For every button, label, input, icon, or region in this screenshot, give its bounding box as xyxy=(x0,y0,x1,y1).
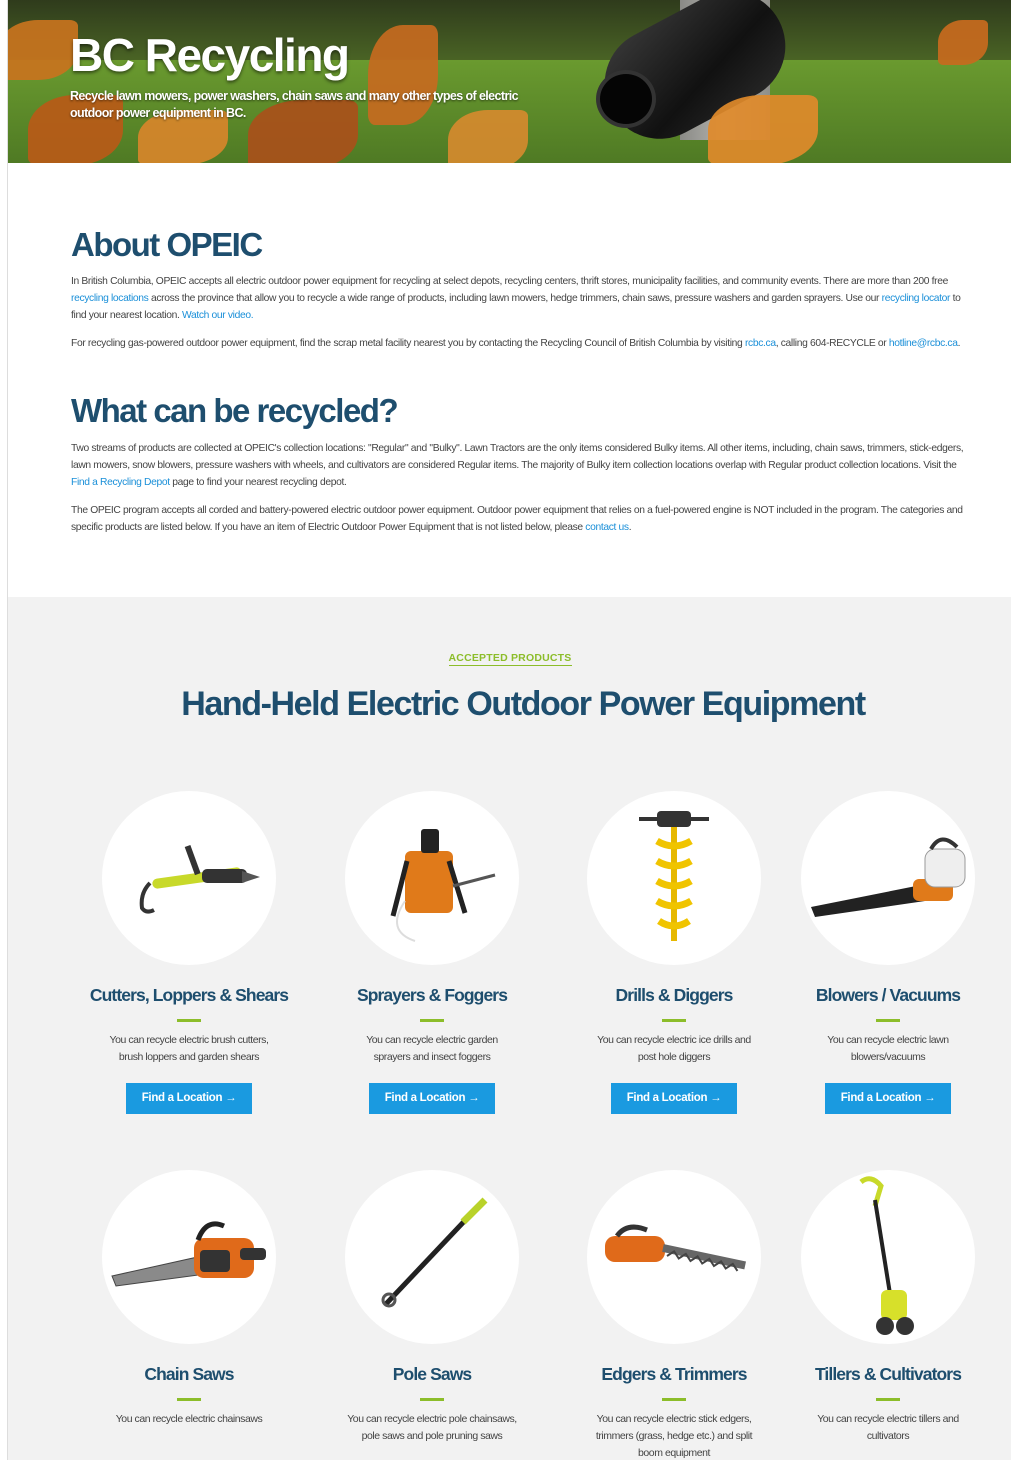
sprayer-icon xyxy=(390,829,496,942)
product-image xyxy=(587,791,761,965)
product-image xyxy=(801,791,975,965)
about-title: About OPEIC xyxy=(71,226,263,263)
product-description: You can recycle electric brush cutters, … xyxy=(109,1034,269,1063)
product-image xyxy=(102,1170,276,1344)
product-title: Cutters, Loppers & Shears xyxy=(89,985,289,1005)
product-description: You can recycle electric tillers and cul… xyxy=(817,1413,959,1442)
product-image xyxy=(801,1170,975,1344)
product-image xyxy=(587,1170,761,1344)
find-location-button[interactable]: Find a Location → xyxy=(610,1083,738,1114)
what-section: What can be recycled? Two streams of pro… xyxy=(71,392,971,536)
product-description: You can recycle electric stick edgers, t… xyxy=(595,1413,753,1459)
product-image xyxy=(345,791,519,965)
product-image xyxy=(102,791,276,965)
contact-us-link[interactable]: contact us xyxy=(585,522,629,533)
hotline-email-link[interactable]: hotline@rcbc.ca xyxy=(889,338,958,349)
product-card: Sprayers & Foggers You can recycle elect… xyxy=(322,791,542,1114)
leaf-blower-icon xyxy=(811,837,966,917)
products-title: Hand-Held Electric Outdoor Power Equipme… xyxy=(181,685,866,723)
product-description: You can recycle electric pole chainsaws,… xyxy=(347,1413,517,1442)
watch-video-link[interactable]: Watch our video. xyxy=(182,310,254,321)
about-section: About OPEIC In British Columbia, OPEIC a… xyxy=(71,226,971,352)
page: BC Recycling Recycle lawn mowers, power … xyxy=(7,0,1011,1460)
product-description: You can recycle electric ice drills and … xyxy=(597,1034,751,1063)
rcbc-link[interactable]: rcbc.ca xyxy=(745,338,776,349)
recycling-locator-link[interactable]: recycling locator xyxy=(882,293,951,304)
auger-drill-icon xyxy=(639,811,709,941)
about-paragraph-1: In British Columbia, OPEIC accepts all e… xyxy=(71,276,961,321)
recycling-locations-link[interactable]: recycling locations xyxy=(71,293,149,304)
find-location-button[interactable]: Find a Location → xyxy=(824,1083,952,1114)
product-title: Blowers / Vacuums xyxy=(815,985,961,1005)
hedge-trimmer-icon xyxy=(605,1224,746,1272)
product-card: Blowers / Vacuums You can recycle electr… xyxy=(778,791,998,1114)
find-depot-link[interactable]: Find a Recycling Depot xyxy=(71,477,170,488)
products-section: ACCEPTED PRODUCTS Hand-Held Electric Out… xyxy=(8,597,1011,1460)
product-title: Sprayers & Foggers xyxy=(356,985,508,1005)
product-title: Chain Saws xyxy=(144,1364,234,1384)
product-card: Pole Saws You can recycle electric pole … xyxy=(322,1170,542,1445)
hero-title: BC Recycling xyxy=(70,29,350,81)
what-title: What can be recycled? xyxy=(71,392,399,429)
hero-banner: BC Recycling Recycle lawn mowers, power … xyxy=(8,0,1011,163)
about-paragraph-2: For recycling gas-powered outdoor power … xyxy=(71,338,961,349)
product-description: You can recycle electric lawn blowers/va… xyxy=(827,1034,949,1063)
product-description: You can recycle electric chainsaws xyxy=(115,1413,263,1425)
find-location-button[interactable]: Find a Location → xyxy=(368,1083,496,1114)
products-eyebrow: ACCEPTED PRODUCTS xyxy=(448,652,572,666)
chainsaw-icon xyxy=(111,1221,266,1287)
product-description: You can recycle electric garden sprayers… xyxy=(366,1034,498,1063)
tiller-icon xyxy=(859,1176,914,1335)
product-card: Cutters, Loppers & Shears You can recycl… xyxy=(79,791,299,1114)
what-paragraph-2: The OPEIC program accepts all corded and… xyxy=(71,505,963,533)
product-card: Edgers & Trimmers You can recycle electr… xyxy=(564,1170,784,1460)
product-card: Chain Saws You can recycle electric chai… xyxy=(79,1170,299,1428)
product-title: Drills & Diggers xyxy=(615,985,734,1005)
find-location-button[interactable]: Find a Location → xyxy=(125,1083,253,1114)
hero-subtitle: Recycle lawn mowers, power washers, chai… xyxy=(70,89,519,120)
product-title: Edgers & Trimmers xyxy=(601,1364,747,1384)
pole-saw-icon xyxy=(381,1197,488,1308)
product-title: Pole Saws xyxy=(392,1364,472,1384)
product-title: Tillers & Cultivators xyxy=(814,1364,962,1384)
cutter-icon xyxy=(139,844,260,914)
product-card: Tillers & Cultivators You can recycle el… xyxy=(778,1170,998,1445)
what-paragraph-1: Two streams of products are collected at… xyxy=(71,443,964,488)
product-image xyxy=(345,1170,519,1344)
product-card: Drills & Diggers You can recycle electri… xyxy=(564,791,784,1114)
